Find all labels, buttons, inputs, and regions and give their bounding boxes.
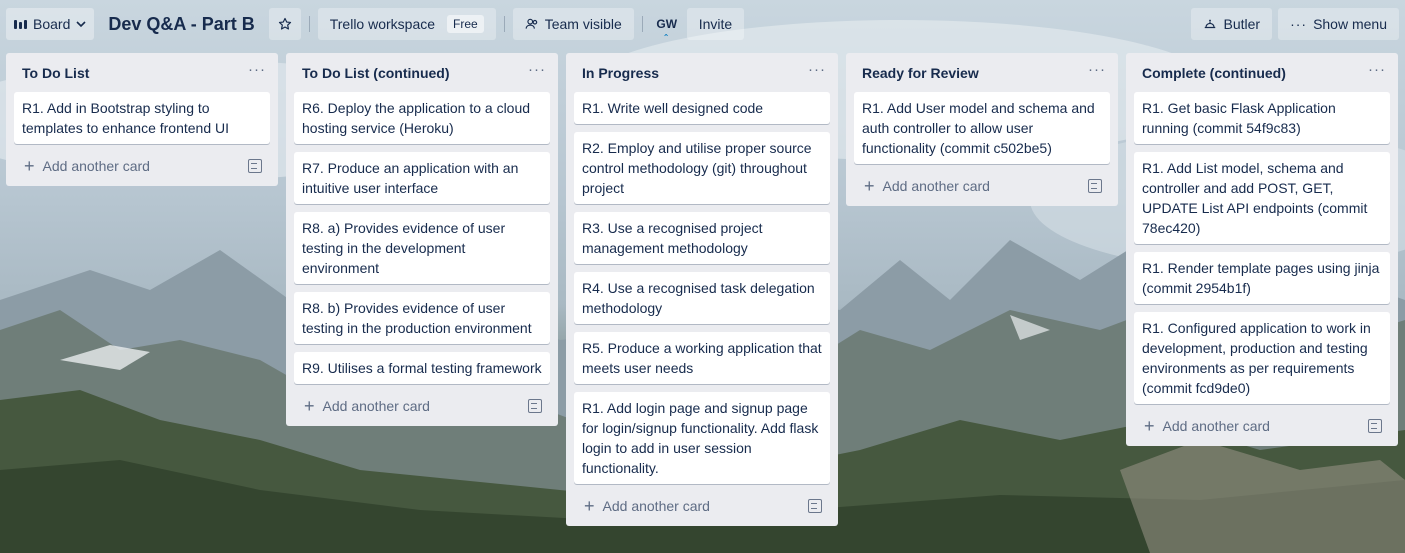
create-from-template-icon[interactable] — [1368, 419, 1382, 433]
add-card-label: Add another card — [42, 158, 150, 174]
butler-button[interactable]: Butler — [1191, 8, 1273, 40]
more-dots-icon: ··· — [1290, 16, 1308, 32]
plan-badge: Free — [447, 15, 484, 33]
workspace-button[interactable]: Trello workspace Free — [317, 8, 496, 40]
list-header: Ready for Review ··· — [854, 53, 1110, 92]
card[interactable]: R9. Utilises a formal testing framework — [294, 352, 550, 384]
member-avatar[interactable]: GW ⌃ — [653, 10, 681, 42]
card[interactable]: R1. Write well designed code — [574, 92, 830, 124]
list-complete-continued: Complete (continued) ··· R1. Get basic F… — [1126, 53, 1398, 446]
list-header: In Progress ··· — [574, 53, 830, 92]
list-footer: + Add another card — [14, 152, 270, 180]
workspace-label: Trello workspace — [329, 16, 436, 32]
card[interactable]: R6. Deploy the application to a cloud ho… — [294, 92, 550, 144]
star-board-button[interactable] — [268, 8, 301, 40]
show-menu-label: Show menu — [1313, 16, 1387, 32]
plus-icon: + — [24, 156, 35, 176]
card[interactable]: R3. Use a recognised project management … — [574, 212, 830, 264]
board-title[interactable]: Dev Q&A - Part B — [104, 14, 266, 35]
list-menu-icon[interactable]: ··· — [1368, 61, 1386, 78]
card[interactable]: R1. Add in Bootstrap styling to template… — [14, 92, 270, 144]
card[interactable]: R8. b) Provides evidence of user testing… — [294, 292, 550, 344]
list-to-do-continued: To Do List (continued) ··· R6. Deploy th… — [286, 53, 558, 426]
visibility-button[interactable]: Team visible — [512, 8, 634, 40]
list-title[interactable]: To Do List (continued) — [302, 65, 450, 81]
list-in-progress: In Progress ··· R1. Write well designed … — [566, 53, 838, 526]
list-title[interactable]: In Progress — [582, 65, 659, 81]
list-menu-icon[interactable]: ··· — [1088, 61, 1106, 78]
add-card-button[interactable]: + Add another card — [584, 496, 710, 516]
add-card-button[interactable]: + Add another card — [24, 156, 150, 176]
list-menu-icon[interactable]: ··· — [808, 61, 826, 78]
add-card-label: Add another card — [1162, 418, 1270, 434]
card[interactable]: R5. Produce a working application that m… — [574, 332, 830, 384]
header-divider — [308, 16, 310, 32]
card[interactable]: R4. Use a recognised task delegation met… — [574, 272, 830, 324]
butler-label: Butler — [1223, 16, 1261, 32]
card[interactable]: R1. Get basic Flask Application running … — [1134, 92, 1390, 144]
board-view-icon — [14, 19, 27, 29]
show-menu-button[interactable]: ··· Show menu — [1278, 8, 1399, 40]
team-icon — [525, 18, 537, 29]
admin-chevron-icon: ⌃ — [662, 33, 670, 42]
butler-icon — [1205, 19, 1216, 29]
add-card-label: Add another card — [602, 498, 710, 514]
star-icon — [278, 17, 291, 30]
add-card-label: Add another card — [882, 178, 990, 194]
list-header: To Do List ··· — [14, 53, 270, 92]
board-view-label: Board — [33, 16, 71, 32]
list-ready-for-review: Ready for Review ··· R1. Add User model … — [846, 53, 1118, 206]
list-header: To Do List (continued) ··· — [294, 53, 550, 92]
card[interactable]: R1. Render template pages using jinja (c… — [1134, 252, 1390, 304]
list-to-do: To Do List ··· R1. Add in Bootstrap styl… — [6, 53, 278, 186]
invite-button[interactable]: Invite — [686, 8, 745, 40]
card[interactable]: R1. Add User model and schema and auth c… — [854, 92, 1110, 164]
card[interactable]: R1. Add login page and signup page for l… — [574, 392, 830, 484]
list-title[interactable]: To Do List — [22, 65, 89, 81]
member-initials: GW — [656, 17, 678, 31]
create-from-template-icon[interactable] — [248, 159, 262, 173]
add-card-button[interactable]: + Add another card — [864, 176, 990, 196]
list-title[interactable]: Ready for Review — [862, 65, 979, 81]
list-menu-icon[interactable]: ··· — [528, 61, 546, 78]
create-from-template-icon[interactable] — [808, 499, 822, 513]
list-footer: + Add another card — [574, 492, 830, 520]
plus-icon: + — [584, 496, 595, 516]
list-footer: + Add another card — [294, 392, 550, 420]
list-footer: + Add another card — [1134, 412, 1390, 440]
card[interactable]: R1. Configured application to work in de… — [1134, 312, 1390, 404]
add-card-label: Add another card — [322, 398, 430, 414]
list-footer: + Add another card — [854, 172, 1110, 200]
header-divider — [641, 16, 643, 32]
invite-label: Invite — [698, 16, 733, 32]
list-menu-icon[interactable]: ··· — [248, 61, 266, 78]
plus-icon: + — [864, 176, 875, 196]
list-title[interactable]: Complete (continued) — [1142, 65, 1286, 81]
list-header: Complete (continued) ··· — [1134, 53, 1390, 92]
plus-icon: + — [1144, 416, 1155, 436]
board-header: Board Dev Q&A - Part B Trello workspace … — [0, 0, 1405, 48]
card[interactable]: R2. Employ and utilise proper source con… — [574, 132, 830, 204]
card[interactable]: R7. Produce an application with an intui… — [294, 152, 550, 204]
plus-icon: + — [304, 396, 315, 416]
create-from-template-icon[interactable] — [1088, 179, 1102, 193]
create-from-template-icon[interactable] — [528, 399, 542, 413]
add-card-button[interactable]: + Add another card — [1144, 416, 1270, 436]
header-divider — [503, 16, 505, 32]
board-view-switcher[interactable]: Board — [6, 8, 95, 40]
card[interactable]: R8. a) Provides evidence of user testing… — [294, 212, 550, 284]
card[interactable]: R1. Add List model, schema and controlle… — [1134, 152, 1390, 244]
visibility-label: Team visible — [544, 16, 622, 32]
add-card-button[interactable]: + Add another card — [304, 396, 430, 416]
chevron-down-icon — [76, 21, 86, 28]
